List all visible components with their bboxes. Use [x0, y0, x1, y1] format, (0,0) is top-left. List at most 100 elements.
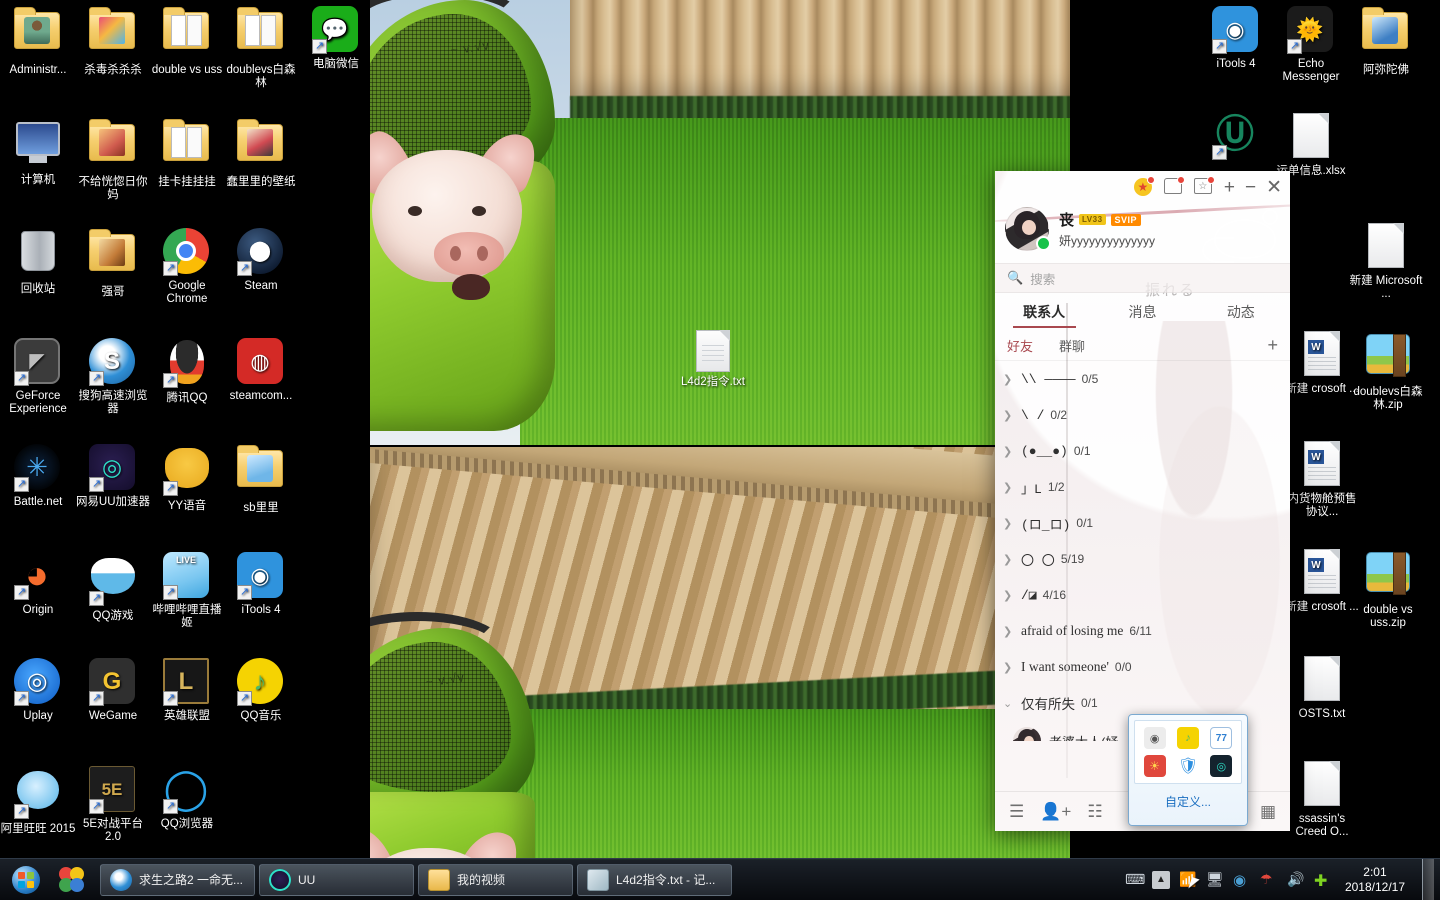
contact-list[interactable]: ❯ \\ ———— 0/5 ❯ \ / 0/2 ❯ (●__●) 0/1 ❯ 」…	[995, 361, 1290, 741]
keyboard-icon[interactable]: ⌨	[1125, 871, 1145, 889]
desktop-icon-tencent-qq[interactable]: ↗ 腾讯QQ	[149, 338, 225, 405]
avatar[interactable]	[1005, 207, 1051, 251]
signature[interactable]: 妍yyyyyyyyyyyyyy	[1059, 232, 1254, 249]
desktop-icon-wechat-pc[interactable]: 💬 ↗ 电脑微信	[298, 6, 374, 71]
desktop-icon-geforce-experience[interactable]: ◤ ↗ GeForce Experience	[0, 338, 76, 416]
desktop-icon-osts-txt[interactable]: OSTS.txt	[1284, 655, 1360, 721]
start-button[interactable]	[0, 860, 52, 900]
desktop-icon-cargo-agreement[interactable]: W 内货物舱预售协议...	[1284, 440, 1360, 519]
desktop-icon-uplay[interactable]: ◎ ↗ Uplay	[0, 658, 76, 723]
desktop-icon-double-vs-uss-zip[interactable]: double vs uss.zip	[1350, 548, 1426, 630]
star-house-icon[interactable]: ☆	[1193, 176, 1215, 198]
tencent-shield-tray-icon[interactable]: 🛡	[1176, 755, 1199, 777]
quick-launch-bar[interactable]	[52, 866, 92, 894]
desktop-icon-double-vs-uss[interactable]: double vs uss	[149, 6, 225, 77]
show-hidden-icons-chevron[interactable]: ▲	[1151, 870, 1170, 889]
photo-viewer[interactable]: ~ v.√v L4d2指令.txt ~ v.√v	[370, 0, 1070, 860]
desktop-icon-assassins-creed[interactable]: ssassin's Creed O...	[1284, 760, 1360, 839]
desktop-icon-computer[interactable]: 计算机	[0, 118, 76, 187]
apps-grid-icon[interactable]: ▦	[1260, 803, 1276, 820]
desktop-icon-echo-messenger[interactable]: 🌞 ↗ Echo Messenger	[1273, 6, 1349, 84]
steam-tray-icon[interactable]: ◉	[1233, 871, 1251, 889]
customize-tray-link[interactable]: 自定义...	[1134, 793, 1242, 810]
close-button[interactable]: ✕	[1266, 178, 1282, 197]
desktop-icon-sogou-browser[interactable]: S ↗ 搜狗高速浏览器	[75, 338, 151, 416]
qqgame-tray-icon[interactable]: ☂	[1260, 871, 1278, 889]
desktop-icon-antivirus-folder[interactable]: 杀毒杀杀杀	[75, 6, 151, 77]
group-icon[interactable]: ☷	[1087, 803, 1102, 820]
desktop-icon-bugeihuanghu[interactable]: 不给恍惚日你妈	[75, 118, 151, 202]
qq-tabs[interactable]: 联系人 消息 动态	[995, 293, 1290, 331]
desktop-icon-steamcom[interactable]: ◍ steamcom...	[223, 338, 299, 403]
contact-group-row[interactable]: ❯ \\ ———— 0/5	[995, 361, 1290, 397]
77-tray-icon[interactable]: 77	[1210, 727, 1233, 749]
add-button[interactable]: +	[1224, 178, 1235, 197]
desktop-icon-yundan-xlsx[interactable]: 运单信息.xlsx	[1273, 112, 1349, 178]
desktop-icon-qq-game[interactable]: ↗ QQ游戏	[75, 552, 151, 623]
desktop-icon-recycle-bin[interactable]: 回收站	[0, 228, 76, 296]
taskbar-button-l4d2[interactable]: 求生之路2 一命无...	[100, 863, 255, 896]
desktop-icon-google-chrome[interactable]: ↗ Google Chrome	[149, 228, 225, 306]
media-player-icon[interactable]	[58, 866, 86, 894]
desktop-icon-doublevs-baisenlin[interactable]: doublevs白森林	[223, 6, 299, 90]
volume-icon[interactable]: 🔊	[1287, 871, 1305, 889]
qqgame-tray-icon[interactable]: ☀	[1143, 755, 1166, 777]
desktop-icon-qq-browser[interactable]: ◯ ↗ QQ浏览器	[149, 766, 225, 831]
contact-group-row[interactable]: ❯ /◪ 4/16	[995, 577, 1290, 613]
shirt-icon[interactable]	[1163, 176, 1185, 198]
tab-feed[interactable]: 动态	[1192, 293, 1290, 331]
search-input[interactable]: 搜索	[1030, 269, 1055, 288]
hamburger-icon[interactable]: ☰	[1009, 803, 1024, 820]
desktop-icon-steam[interactable]: ⬤ ↗ Steam	[223, 228, 299, 293]
desktop-icon-new-word-1[interactable]: W 新建 crosoft ...	[1284, 330, 1360, 396]
desktop-icon-wegame[interactable]: G ↗ WeGame	[75, 658, 151, 723]
taskbar[interactable]: 求生之路2 一命无... UU 我的视频 L4d2指令.txt - 记... ⌨…	[0, 858, 1440, 900]
desktop-icon-league-of-legends[interactable]: L ↗ 英雄联盟	[149, 658, 225, 723]
tab-messages[interactable]: 消息	[1093, 293, 1191, 331]
contact-group-row[interactable]: ❯ 〇 〇 5/19	[995, 541, 1290, 577]
taskbar-buttons[interactable]: 求生之路2 一命无... UU 我的视频 L4d2指令.txt - 记...	[100, 863, 732, 896]
desktop-icon-battle-net[interactable]: ✳ ↗ Battle.net	[0, 444, 76, 509]
desktop-icon-5e-platform[interactable]: 5E ↗ 5E对战平台 2.0	[75, 766, 151, 844]
qq-subtabs[interactable]: 好友 群聊 +	[995, 331, 1290, 361]
desktop-icon-amituofo[interactable]: 阿弥陀佛	[1348, 6, 1424, 77]
clock[interactable]: 2:01 2018/12/17	[1341, 865, 1411, 895]
show-desktop-button[interactable]	[1422, 858, 1434, 900]
display-icon[interactable]: 🖥	[1206, 871, 1224, 889]
desktop-icon-origin[interactable]: ◕ ↗ Origin	[0, 552, 76, 617]
desktop-icon-netease-uu[interactable]: ◎ ↗ 网易UU加速器	[75, 444, 151, 509]
desktop-icon-new-microsoft[interactable]: 新建 Microsoft ...	[1348, 222, 1424, 301]
qq-profile[interactable]: 丧 LV33 SVIP 妍yyyyyyyyyyyyyy	[995, 205, 1290, 263]
desktop-icon-l4d2-txt[interactable]: L4d2指令.txt	[678, 330, 748, 390]
tray-icon-grid[interactable]: ◉ ♪ 77 ☀ 🛡 ◎	[1134, 720, 1242, 784]
uu-tray-icon[interactable]: ◎	[1210, 755, 1233, 777]
add-group-button[interactable]: +	[1267, 335, 1278, 356]
contact-group-row[interactable]: ❯ afraid of losing me 6/11	[995, 613, 1290, 649]
tab-contacts[interactable]: 联系人	[995, 293, 1093, 331]
desktop-icon-doublevs-zip[interactable]: doublevs白森林.zip	[1350, 330, 1426, 412]
subtab-groups[interactable]: 群聊	[1059, 336, 1085, 355]
desktop-icon-itools4[interactable]: ◉ ↗ iTools 4	[223, 552, 299, 617]
hidden-tray-icons-popup[interactable]: ◉ ♪ 77 ☀ 🛡 ◎ 自定义...	[1128, 714, 1248, 826]
contact-group-row[interactable]: ❯ (ロ_ロ) 0/1	[995, 505, 1290, 541]
taskbar-button-my-videos[interactable]: 我的视频	[418, 863, 573, 896]
desktop-icon-green-app[interactable]: Ⓤ ↗	[1198, 112, 1274, 164]
qq-titlebar[interactable]: ★ ☆ + − ✕	[995, 171, 1290, 205]
desktop-icon-bilibili-live[interactable]: LIVE ↗ 哔哩哔哩直播姬	[149, 552, 225, 630]
desktop-icon-qiangge[interactable]: 强哥	[75, 228, 151, 299]
system-tray[interactable]: ⌨ ▲ 📶 🖥 ◉ ☂ 🔊 ✚ 2:01 2018/12/17	[1125, 858, 1440, 900]
desktop[interactable]: ~ v.√v L4d2指令.txt ~ v.√v Administr... 杀毒…	[0, 0, 1440, 900]
contact-group-row[interactable]: ❯ \ / 0/2	[995, 397, 1290, 433]
qqmusic-tray-icon[interactable]: ♪	[1176, 727, 1199, 749]
search-bar[interactable]: 🔍 搜索	[995, 263, 1290, 293]
desktop-icon-qq-music[interactable]: ♪ ↗ QQ音乐	[223, 658, 299, 723]
desktop-icon-new-word-2[interactable]: W 新建 crosoft ...	[1284, 548, 1360, 614]
desktop-icon-wallpaper-folder[interactable]: 蠢里里的壁纸	[223, 118, 299, 189]
contact-group-row[interactable]: ❯ 」L 1/2	[995, 469, 1290, 505]
gift-icon[interactable]: ★	[1133, 176, 1155, 198]
desktop-icon-itools4-right[interactable]: ◉ ↗ iTools 4	[1198, 6, 1274, 71]
desktop-icon-aliwangwang[interactable]: ↗ 阿里旺旺 2015	[0, 766, 76, 836]
add-friend-icon[interactable]: 👤+	[1040, 803, 1071, 820]
desktop-icon-guaka[interactable]: 挂卡挂挂挂	[149, 118, 225, 189]
desktop-icon-sb-lili[interactable]: sb里里	[223, 444, 299, 515]
